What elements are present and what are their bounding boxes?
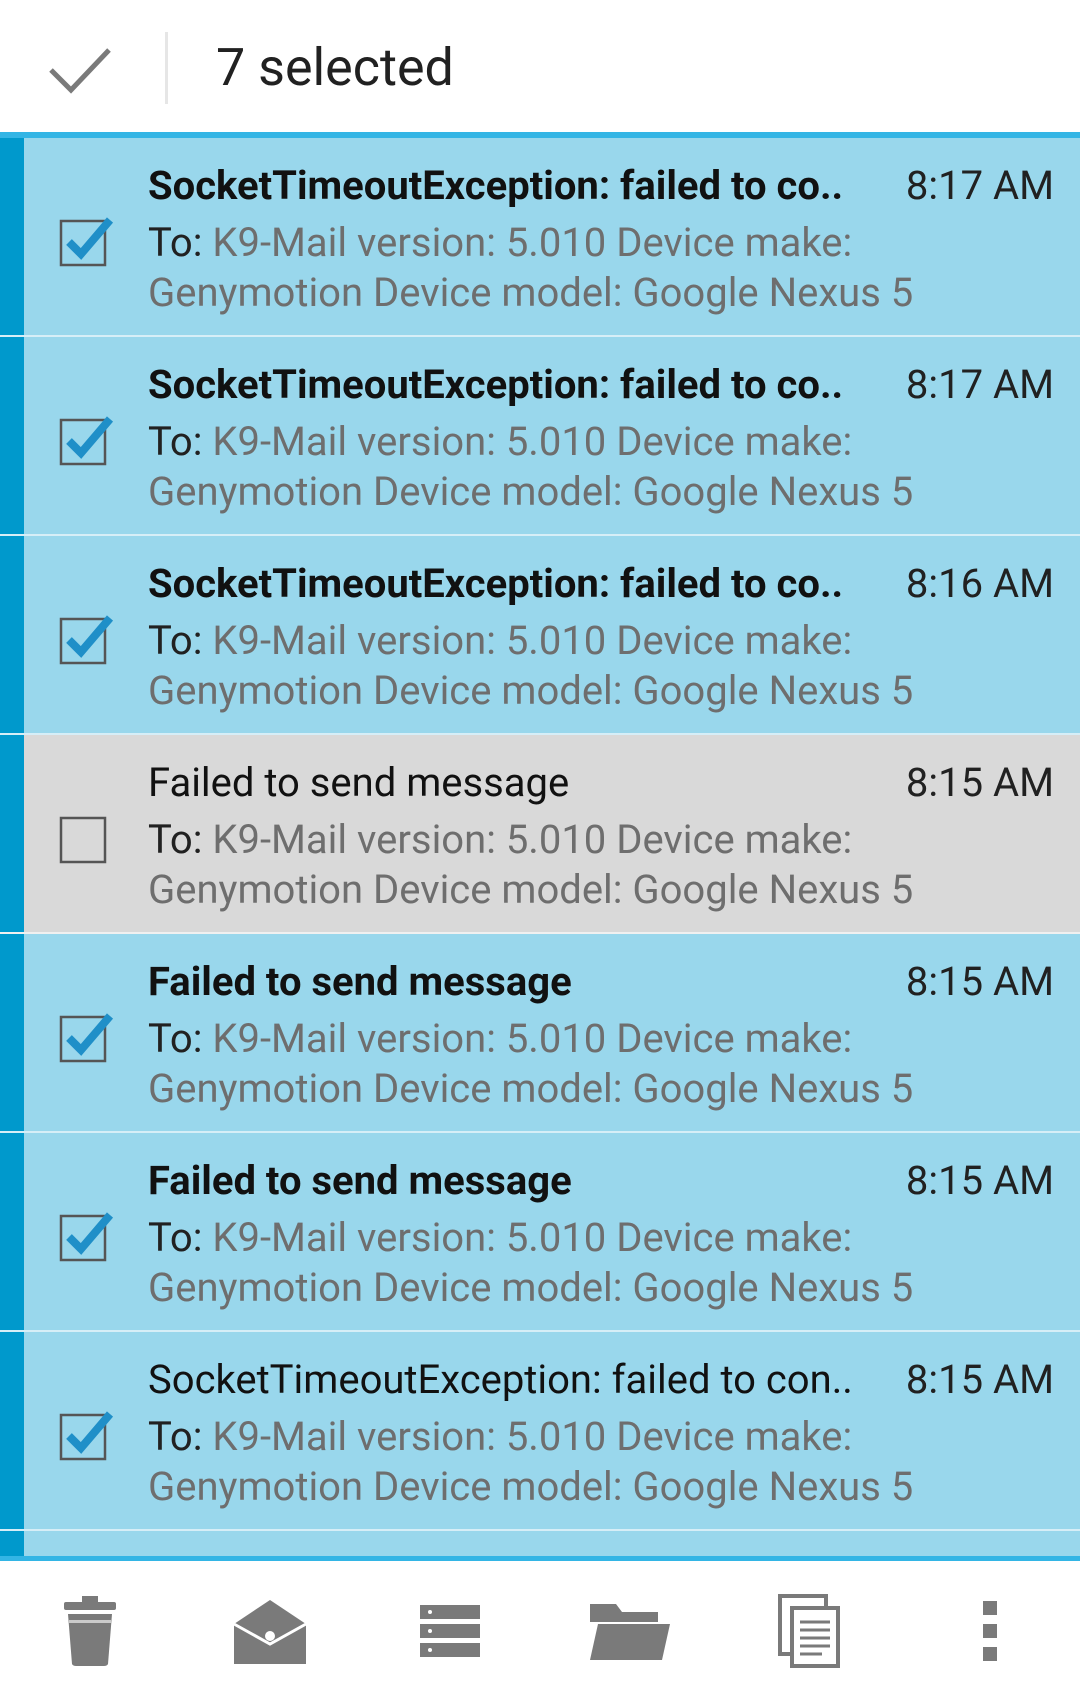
unread-indicator-stripe [0,536,24,733]
recipient-label: To: [148,418,203,465]
message-preview: To: K9-Mail version: 5.010 Device make: … [148,815,978,915]
preview-text: K9-Mail version: 5.010 Device make: Geny… [148,816,914,913]
preview-text: K9-Mail version: 5.010 Device make: Geny… [148,1015,914,1112]
overflow-menu-icon [983,1601,997,1661]
preview-text: K9-Mail version: 5.010 Device make: Geny… [148,617,914,714]
checkbox-checked-icon [59,615,114,665]
select-checkbox[interactable] [58,1406,114,1461]
select-checkbox[interactable] [58,411,114,466]
message-subject: Failed to send message [148,1157,572,1204]
unread-indicator-stripe [0,138,24,335]
action-bar-divider [165,32,168,104]
message-list[interactable]: SocketTimeoutException: failed to co.. 8:… [0,138,1080,1557]
mark-read-button[interactable] [220,1581,320,1681]
message-row[interactable]: Failed to send message 8:15 AM To: K9-Mail… [0,1133,1080,1332]
recipient-label: To: [148,219,203,266]
preview-text: K9-Mail version: 5.010 Device make: Geny… [148,418,914,515]
message-time: 8:17 AM [905,162,1054,209]
checkbox-checked-icon [59,1013,114,1063]
select-checkbox[interactable] [58,212,114,267]
check-icon [49,48,111,94]
message-time: 8:15 AM [905,958,1054,1005]
unread-indicator-stripe [0,337,24,534]
message-subject: Failed to send message [148,759,570,806]
archive-button[interactable] [400,1581,500,1681]
message-row[interactable]: Failed to send message 8:15 AM To: K9-Mail… [0,735,1080,934]
message-subject: SocketTimeoutException: failed to co.. [148,162,844,209]
move-button[interactable] [580,1581,680,1681]
copy-button[interactable] [760,1581,860,1681]
message-subject: SocketTimeoutException: failed to con.. [148,1356,853,1403]
mark-read-icon [233,1600,307,1664]
delete-button[interactable] [40,1581,140,1681]
message-row[interactable]: SocketTimeoutException: failed to co.. 8:… [0,337,1080,536]
message-time: 8:17 AM [905,361,1054,408]
message-row-partial[interactable] [0,1531,1080,1557]
checkbox-checked-icon [59,1212,114,1262]
select-checkbox[interactable] [58,1008,114,1063]
checkbox-empty-icon [59,816,107,864]
message-time: 8:15 AM [905,1356,1054,1403]
message-row[interactable]: SocketTimeoutException: failed to co.. 8:… [0,138,1080,337]
message-time: 8:15 AM [905,1157,1054,1204]
preview-text: K9-Mail version: 5.010 Device make: Geny… [148,1413,914,1510]
message-row[interactable]: Failed to send message 8:15 AM To: K9-Mail… [0,934,1080,1133]
message-subject: Failed to send message [148,958,572,1005]
unread-indicator-stripe [0,735,24,932]
bottom-action-bar [0,1561,1080,1699]
message-row[interactable]: SocketTimeoutException: failed to co.. 8:… [0,536,1080,735]
message-row[interactable]: SocketTimeoutException: failed to con.. 8… [0,1332,1080,1531]
recipient-label: To: [148,617,203,664]
move-folder-icon [590,1604,670,1660]
recipient-label: To: [148,1015,203,1062]
recipient-label: To: [148,1413,203,1460]
message-preview: To: K9-Mail version: 5.010 Device make: … [148,218,978,318]
message-time: 8:16 AM [905,560,1054,607]
recipient-label: To: [148,816,203,863]
checkbox-checked-icon [59,217,114,267]
recipient-label: To: [148,1214,203,1261]
message-subject: SocketTimeoutException: failed to co.. [148,560,844,607]
select-checkbox[interactable] [58,809,108,864]
message-time: 8:15 AM [905,759,1054,806]
selection-count-title: 7 selected [216,37,454,98]
message-preview: To: K9-Mail version: 5.010 Device make: … [148,1213,978,1313]
overflow-menu-button[interactable] [940,1581,1040,1681]
select-checkbox[interactable] [58,1207,114,1262]
preview-text: K9-Mail version: 5.010 Device make: Geny… [148,1214,914,1311]
message-preview: To: K9-Mail version: 5.010 Device make: … [148,1412,978,1512]
unread-indicator-stripe [0,1332,24,1529]
message-preview: To: K9-Mail version: 5.010 Device make: … [148,616,978,716]
archive-icon [420,1605,480,1657]
action-bar: 7 selected [0,0,1080,132]
unread-indicator-stripe [0,1531,24,1557]
copy-icon [778,1594,840,1668]
trash-icon [64,1596,116,1666]
unread-indicator-stripe [0,1133,24,1330]
message-preview: To: K9-Mail version: 5.010 Device make: … [148,1014,978,1114]
message-subject: SocketTimeoutException: failed to co.. [148,361,844,408]
done-button[interactable] [30,20,130,120]
unread-indicator-stripe [0,934,24,1131]
checkbox-checked-icon [59,416,114,466]
preview-text: K9-Mail version: 5.010 Device make: Geny… [148,219,914,316]
message-preview: To: K9-Mail version: 5.010 Device make: … [148,417,978,517]
checkbox-checked-icon [59,1411,114,1461]
select-checkbox[interactable] [58,610,114,665]
